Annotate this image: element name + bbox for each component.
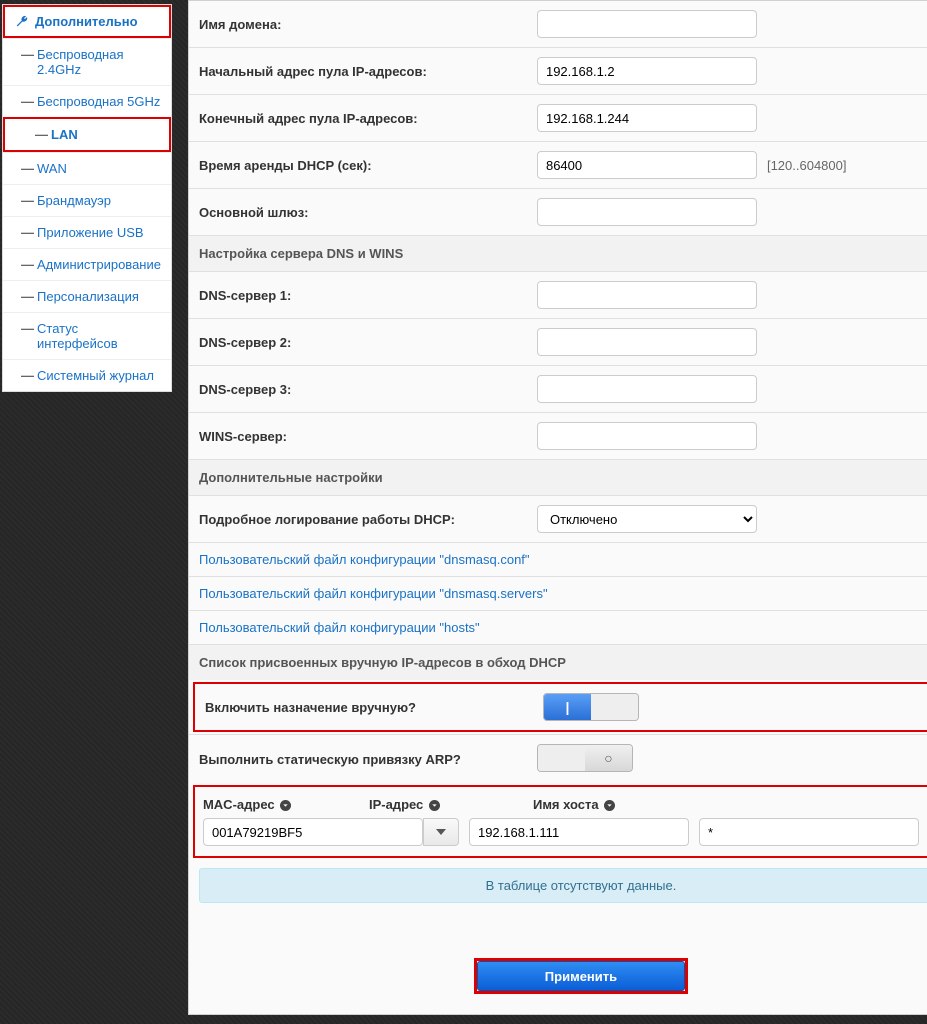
manual-enable-label: Включить назначение вручную?	[205, 700, 543, 715]
toggle-off-icon	[585, 745, 632, 771]
link-dnsmasq-servers[interactable]: Пользовательский файл конфигурации "dnsm…	[199, 586, 548, 601]
th-ip: IP-адрес	[369, 797, 533, 812]
apply-highlight: Применить	[474, 958, 688, 994]
mac-input[interactable]	[203, 818, 423, 846]
host-input[interactable]	[699, 818, 919, 846]
link-hosts[interactable]: Пользовательский файл конфигурации "host…	[199, 620, 480, 635]
sidebar-item-firewall[interactable]: Брандмауэр	[3, 184, 171, 216]
wins-label: WINS-сервер:	[199, 429, 537, 444]
domain-input[interactable]	[537, 10, 757, 38]
lease-label: Время аренды DHCP (сек):	[199, 158, 537, 173]
gateway-label: Основной шлюз:	[199, 205, 537, 220]
mac-dropdown-button[interactable]	[423, 818, 459, 846]
extra-section-title: Дополнительные настройки	[189, 459, 927, 495]
chevron-down-icon	[436, 829, 446, 835]
arrow-down-icon	[280, 800, 291, 811]
th-host: Имя хоста	[533, 797, 927, 812]
domain-label: Имя домена:	[199, 17, 537, 32]
wins-input[interactable]	[537, 422, 757, 450]
dns3-input[interactable]	[537, 375, 757, 403]
sidebar-item-usb[interactable]: Приложение USB	[3, 216, 171, 248]
sidebar-title: Дополнительно	[35, 14, 138, 29]
logging-label: Подробное логирование работы DHCP:	[199, 512, 537, 527]
manual-table-box: MAC-адрес IP-адрес Имя хоста	[193, 785, 927, 858]
empty-message: В таблице отсутствуют данные.	[199, 868, 927, 903]
sidebar-item-wan[interactable]: WAN	[3, 152, 171, 184]
toggle-on-icon	[544, 694, 591, 720]
dns1-label: DNS-сервер 1:	[199, 288, 537, 303]
pool-end-input[interactable]	[537, 104, 757, 132]
manual-section-title: Список присвоенных вручную IP-адресов в …	[189, 644, 927, 680]
th-mac: MAC-адрес	[203, 797, 369, 812]
sidebar-item-wireless24[interactable]: Беспроводная 2.4GHz	[3, 38, 171, 85]
arrow-down-icon	[604, 800, 615, 811]
manual-enable-toggle[interactable]	[543, 693, 639, 721]
gateway-input[interactable]	[537, 198, 757, 226]
dns-section-title: Настройка сервера DNS и WINS	[189, 235, 927, 271]
table-row: +	[203, 818, 927, 846]
sidebar-item-ifstatus[interactable]: Статус интерфейсов	[3, 312, 171, 359]
arp-toggle[interactable]	[537, 744, 633, 772]
dns3-label: DNS-сервер 3:	[199, 382, 537, 397]
dns2-label: DNS-сервер 2:	[199, 335, 537, 350]
sidebar-item-personalization[interactable]: Персонализация	[3, 280, 171, 312]
link-dnsmasq-conf[interactable]: Пользовательский файл конфигурации "dnsm…	[199, 552, 530, 567]
apply-button[interactable]: Применить	[477, 961, 685, 991]
sidebar-header[interactable]: Дополнительно	[3, 5, 171, 38]
sidebar: Дополнительно Беспроводная 2.4GHz Беспро…	[2, 4, 172, 392]
wrench-icon	[15, 15, 29, 29]
dns1-input[interactable]	[537, 281, 757, 309]
sidebar-item-admin[interactable]: Администрирование	[3, 248, 171, 280]
pool-start-label: Начальный адрес пула IP-адресов:	[199, 64, 537, 79]
arp-label: Выполнить статическую привязку ARP?	[199, 752, 537, 767]
dns2-input[interactable]	[537, 328, 757, 356]
sidebar-item-syslog[interactable]: Системный журнал	[3, 359, 171, 391]
main-panel: Имя домена: Начальный адрес пула IP-адре…	[188, 0, 927, 1015]
logging-select[interactable]: Отключено	[537, 505, 757, 533]
ip-input[interactable]	[469, 818, 689, 846]
sidebar-item-wireless5[interactable]: Беспроводная 5GHz	[3, 85, 171, 117]
lease-input[interactable]	[537, 151, 757, 179]
arrow-down-icon	[429, 800, 440, 811]
pool-start-input[interactable]	[537, 57, 757, 85]
pool-end-label: Конечный адрес пула IP-адресов:	[199, 111, 537, 126]
lease-hint: [120..604800]	[767, 158, 847, 173]
sidebar-item-lan[interactable]: LAN	[3, 117, 171, 152]
